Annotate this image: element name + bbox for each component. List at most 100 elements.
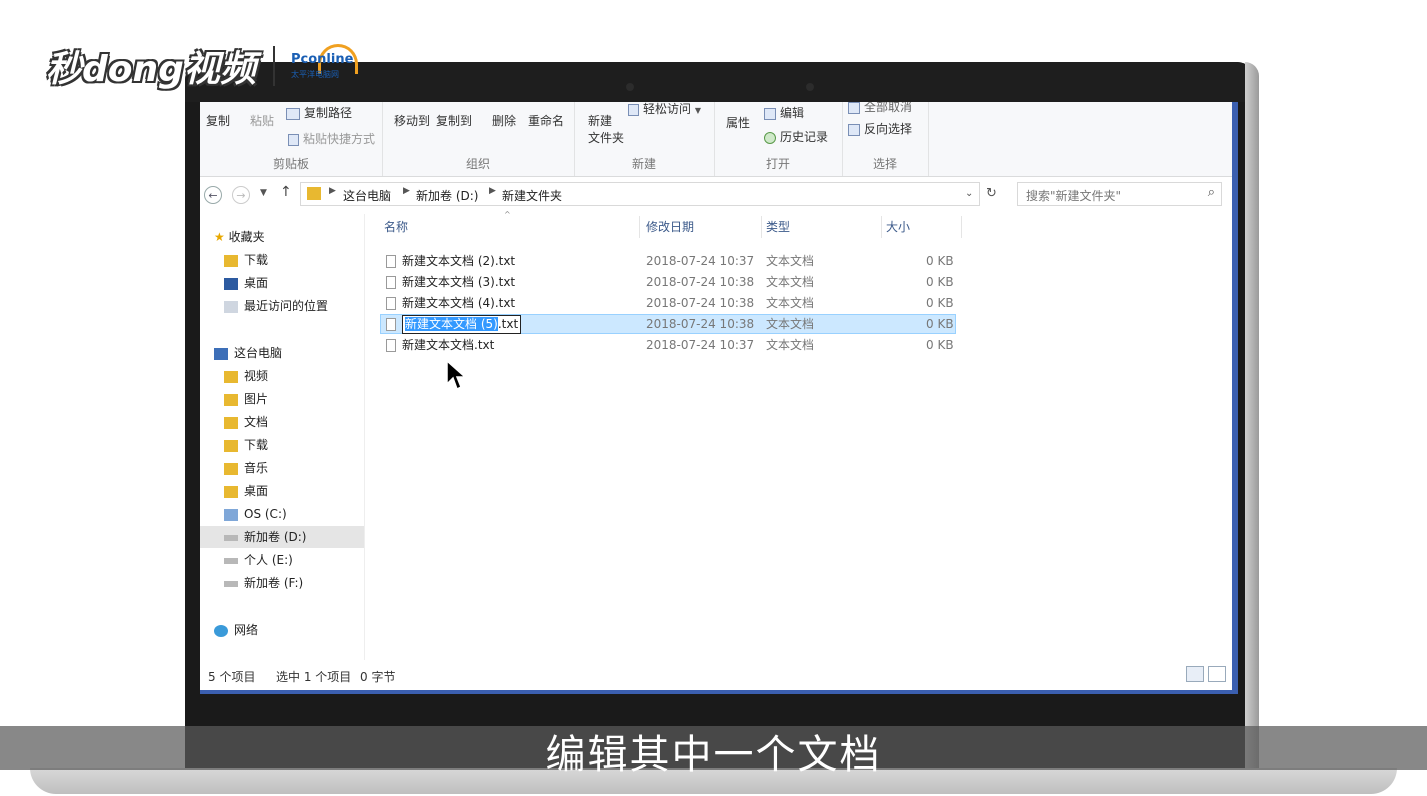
network-icon — [214, 624, 228, 637]
explorer-window: 复制 粘贴 复制路径 粘贴快捷方式 剪贴板 移动到 复制到 删除 重命名 组织 … — [200, 102, 1238, 694]
breadcrumb-this-pc[interactable]: 这台电脑 — [343, 187, 391, 204]
paste-shortcut-icon — [288, 133, 299, 146]
computer-icon — [214, 347, 228, 360]
file-name: 新建文本文档 (2).txt — [402, 254, 516, 268]
ribbon-group-new: 新建 文件夹 轻松访问 ▼ 新建 — [574, 102, 715, 176]
nav-desktop-pc[interactable]: 桌面 — [200, 480, 364, 502]
nav-videos[interactable]: 视频 — [200, 365, 364, 387]
nav-drive-e[interactable]: 个人 (E:) — [200, 549, 364, 571]
paste-button[interactable]: 粘贴 — [250, 112, 274, 129]
ribbon-group-open: 属性 编辑 历史记录 打开 — [714, 102, 843, 176]
move-to-button[interactable]: 移动到 — [394, 112, 430, 129]
file-date: 2018-07-24 10:38 — [646, 275, 755, 289]
file-row[interactable]: 新建文本文档 (2).txt 2018-07-24 10:37 文本文档 0 K… — [380, 251, 956, 271]
forward-button[interactable]: → — [232, 186, 250, 204]
music-folder-icon — [224, 462, 238, 475]
history-icon — [764, 131, 776, 144]
camera-dot — [626, 83, 634, 91]
file-size: 0 KB — [926, 275, 954, 289]
documents-folder-icon — [224, 416, 238, 429]
history-button[interactable]: 历史记录 — [764, 128, 828, 145]
video-caption: 编辑其中一个文档 — [545, 732, 882, 778]
file-date: 2018-07-24 10:38 — [646, 317, 755, 331]
nav-desktop[interactable]: 桌面 — [200, 272, 364, 294]
paste-shortcut-button[interactable]: 粘贴快捷方式 — [288, 130, 375, 147]
rename-extension: .txt — [497, 317, 519, 331]
rename-button[interactable]: 重命名 — [528, 112, 564, 129]
invert-selection-icon — [848, 123, 860, 136]
nav-drive-f[interactable]: 新加卷 (F:) — [200, 572, 364, 594]
breadcrumb-drive-d[interactable]: 新加卷 (D:) — [416, 187, 478, 204]
file-row[interactable]: 新建文本文档.txt 2018-07-24 10:37 文本文档 0 KB — [380, 335, 956, 355]
column-header-type[interactable]: 类型 — [762, 216, 882, 238]
properties-button[interactable]: 属性 — [726, 114, 750, 131]
nav-drive-c[interactable]: OS (C:) — [200, 503, 364, 525]
nav-favorites[interactable]: ★ 收藏夹 — [200, 226, 364, 248]
file-row[interactable]: 新建文本文档 (4).txt 2018-07-24 10:38 文本文档 0 K… — [380, 293, 956, 313]
chevron-down-icon: ▼ — [694, 106, 701, 115]
file-size: 0 KB — [926, 296, 954, 310]
search-box[interactable]: 搜索"新建文件夹" ⌕ — [1017, 182, 1222, 206]
easy-access-button[interactable]: 轻松访问 ▼ — [628, 102, 701, 117]
sort-ascending-icon: ^ — [504, 210, 511, 219]
drive-icon — [224, 534, 238, 541]
copy-to-button[interactable]: 复制到 — [436, 112, 472, 129]
chevron-right-icon: ▶ — [489, 186, 496, 196]
nav-downloads[interactable]: 下载 — [200, 249, 364, 271]
nav-this-pc[interactable]: 这台电脑 — [200, 342, 364, 364]
search-icon[interactable]: ⌕ — [1208, 185, 1215, 200]
up-arrow-icon[interactable]: ↑ — [280, 184, 292, 200]
large-icons-view-icon[interactable] — [1208, 666, 1226, 682]
nav-pictures[interactable]: 图片 — [200, 388, 364, 410]
ribbon-group-label: 剪贴板 — [272, 157, 309, 171]
back-button[interactable]: ← — [204, 186, 222, 204]
column-header-name[interactable]: 名称 — [380, 216, 640, 238]
select-none-icon — [848, 102, 860, 114]
copy-button[interactable]: 复制 — [206, 112, 230, 129]
file-date: 2018-07-24 10:37 — [646, 338, 755, 352]
nav-recent-places[interactable]: 最近访问的位置 — [200, 295, 364, 317]
file-row[interactable]: 新建文本文档 (3).txt 2018-07-24 10:38 文本文档 0 K… — [380, 272, 956, 292]
downloads-folder-icon — [224, 254, 238, 267]
nav-network[interactable]: 网络 — [200, 619, 364, 641]
brand-logo: 秒dong视频 — [46, 49, 256, 90]
column-header-date[interactable]: 修改日期 — [642, 216, 762, 238]
nav-downloads-pc[interactable]: 下载 — [200, 434, 364, 456]
system-drive-icon — [224, 508, 238, 521]
logo-divider — [273, 46, 275, 86]
new-folder-button[interactable]: 新建 文件夹 — [588, 112, 624, 146]
navigation-pane: ★ 收藏夹 下载 桌面 最近访问的位置 这台电脑 视频 图片 文档 下载 音乐 … — [200, 214, 365, 660]
search-input[interactable]: 搜索"新建文件夹" — [1026, 187, 1121, 204]
ribbon-group-label: 新建 — [631, 157, 656, 171]
edit-icon — [764, 107, 776, 120]
drive-icon — [224, 557, 238, 564]
ribbon-group-select: 全部取消 反向选择 选择 — [842, 102, 929, 176]
file-row-selected[interactable]: 新建文本文档 (5).txt 2018-07-24 10:38 文本文档 0 K… — [380, 314, 956, 334]
recent-locations-chevron-icon[interactable]: ▼ — [260, 188, 267, 198]
details-view-icon[interactable] — [1186, 666, 1204, 682]
nav-documents[interactable]: 文档 — [200, 411, 364, 433]
invert-selection-button[interactable]: 反向选择 — [848, 120, 912, 137]
file-type: 文本文档 — [766, 338, 815, 352]
text-file-icon — [386, 276, 396, 289]
address-dropdown-chevron-icon[interactable]: ⌄ — [965, 188, 973, 199]
delete-button[interactable]: 删除 — [492, 112, 516, 129]
rename-input[interactable]: 新建文本文档 (5).txt — [402, 315, 522, 334]
text-file-icon — [386, 339, 396, 352]
text-file-icon — [386, 318, 396, 331]
ribbon-group-label: 组织 — [465, 157, 490, 171]
refresh-icon[interactable]: ↻ — [986, 186, 997, 201]
star-icon: ★ — [214, 230, 225, 244]
select-none-button[interactable]: 全部取消 — [848, 102, 912, 115]
address-bar[interactable]: ▶ 这台电脑 ▶ 新加卷 (D:) ▶ 新建文件夹 — [300, 182, 980, 206]
copy-path-button[interactable]: 复制路径 — [286, 104, 352, 121]
nav-drive-d[interactable]: 新加卷 (D:) — [200, 526, 364, 548]
nav-music[interactable]: 音乐 — [200, 457, 364, 479]
breadcrumb-new-folder[interactable]: 新建文件夹 — [502, 187, 562, 204]
edit-button[interactable]: 编辑 — [764, 104, 804, 121]
desktop-icon — [224, 277, 238, 290]
chevron-right-icon: ▶ — [403, 186, 410, 196]
file-date: 2018-07-24 10:37 — [646, 254, 755, 268]
column-header-size[interactable]: 大小 — [882, 216, 962, 238]
status-item-count: 5 个项目 — [208, 670, 256, 684]
